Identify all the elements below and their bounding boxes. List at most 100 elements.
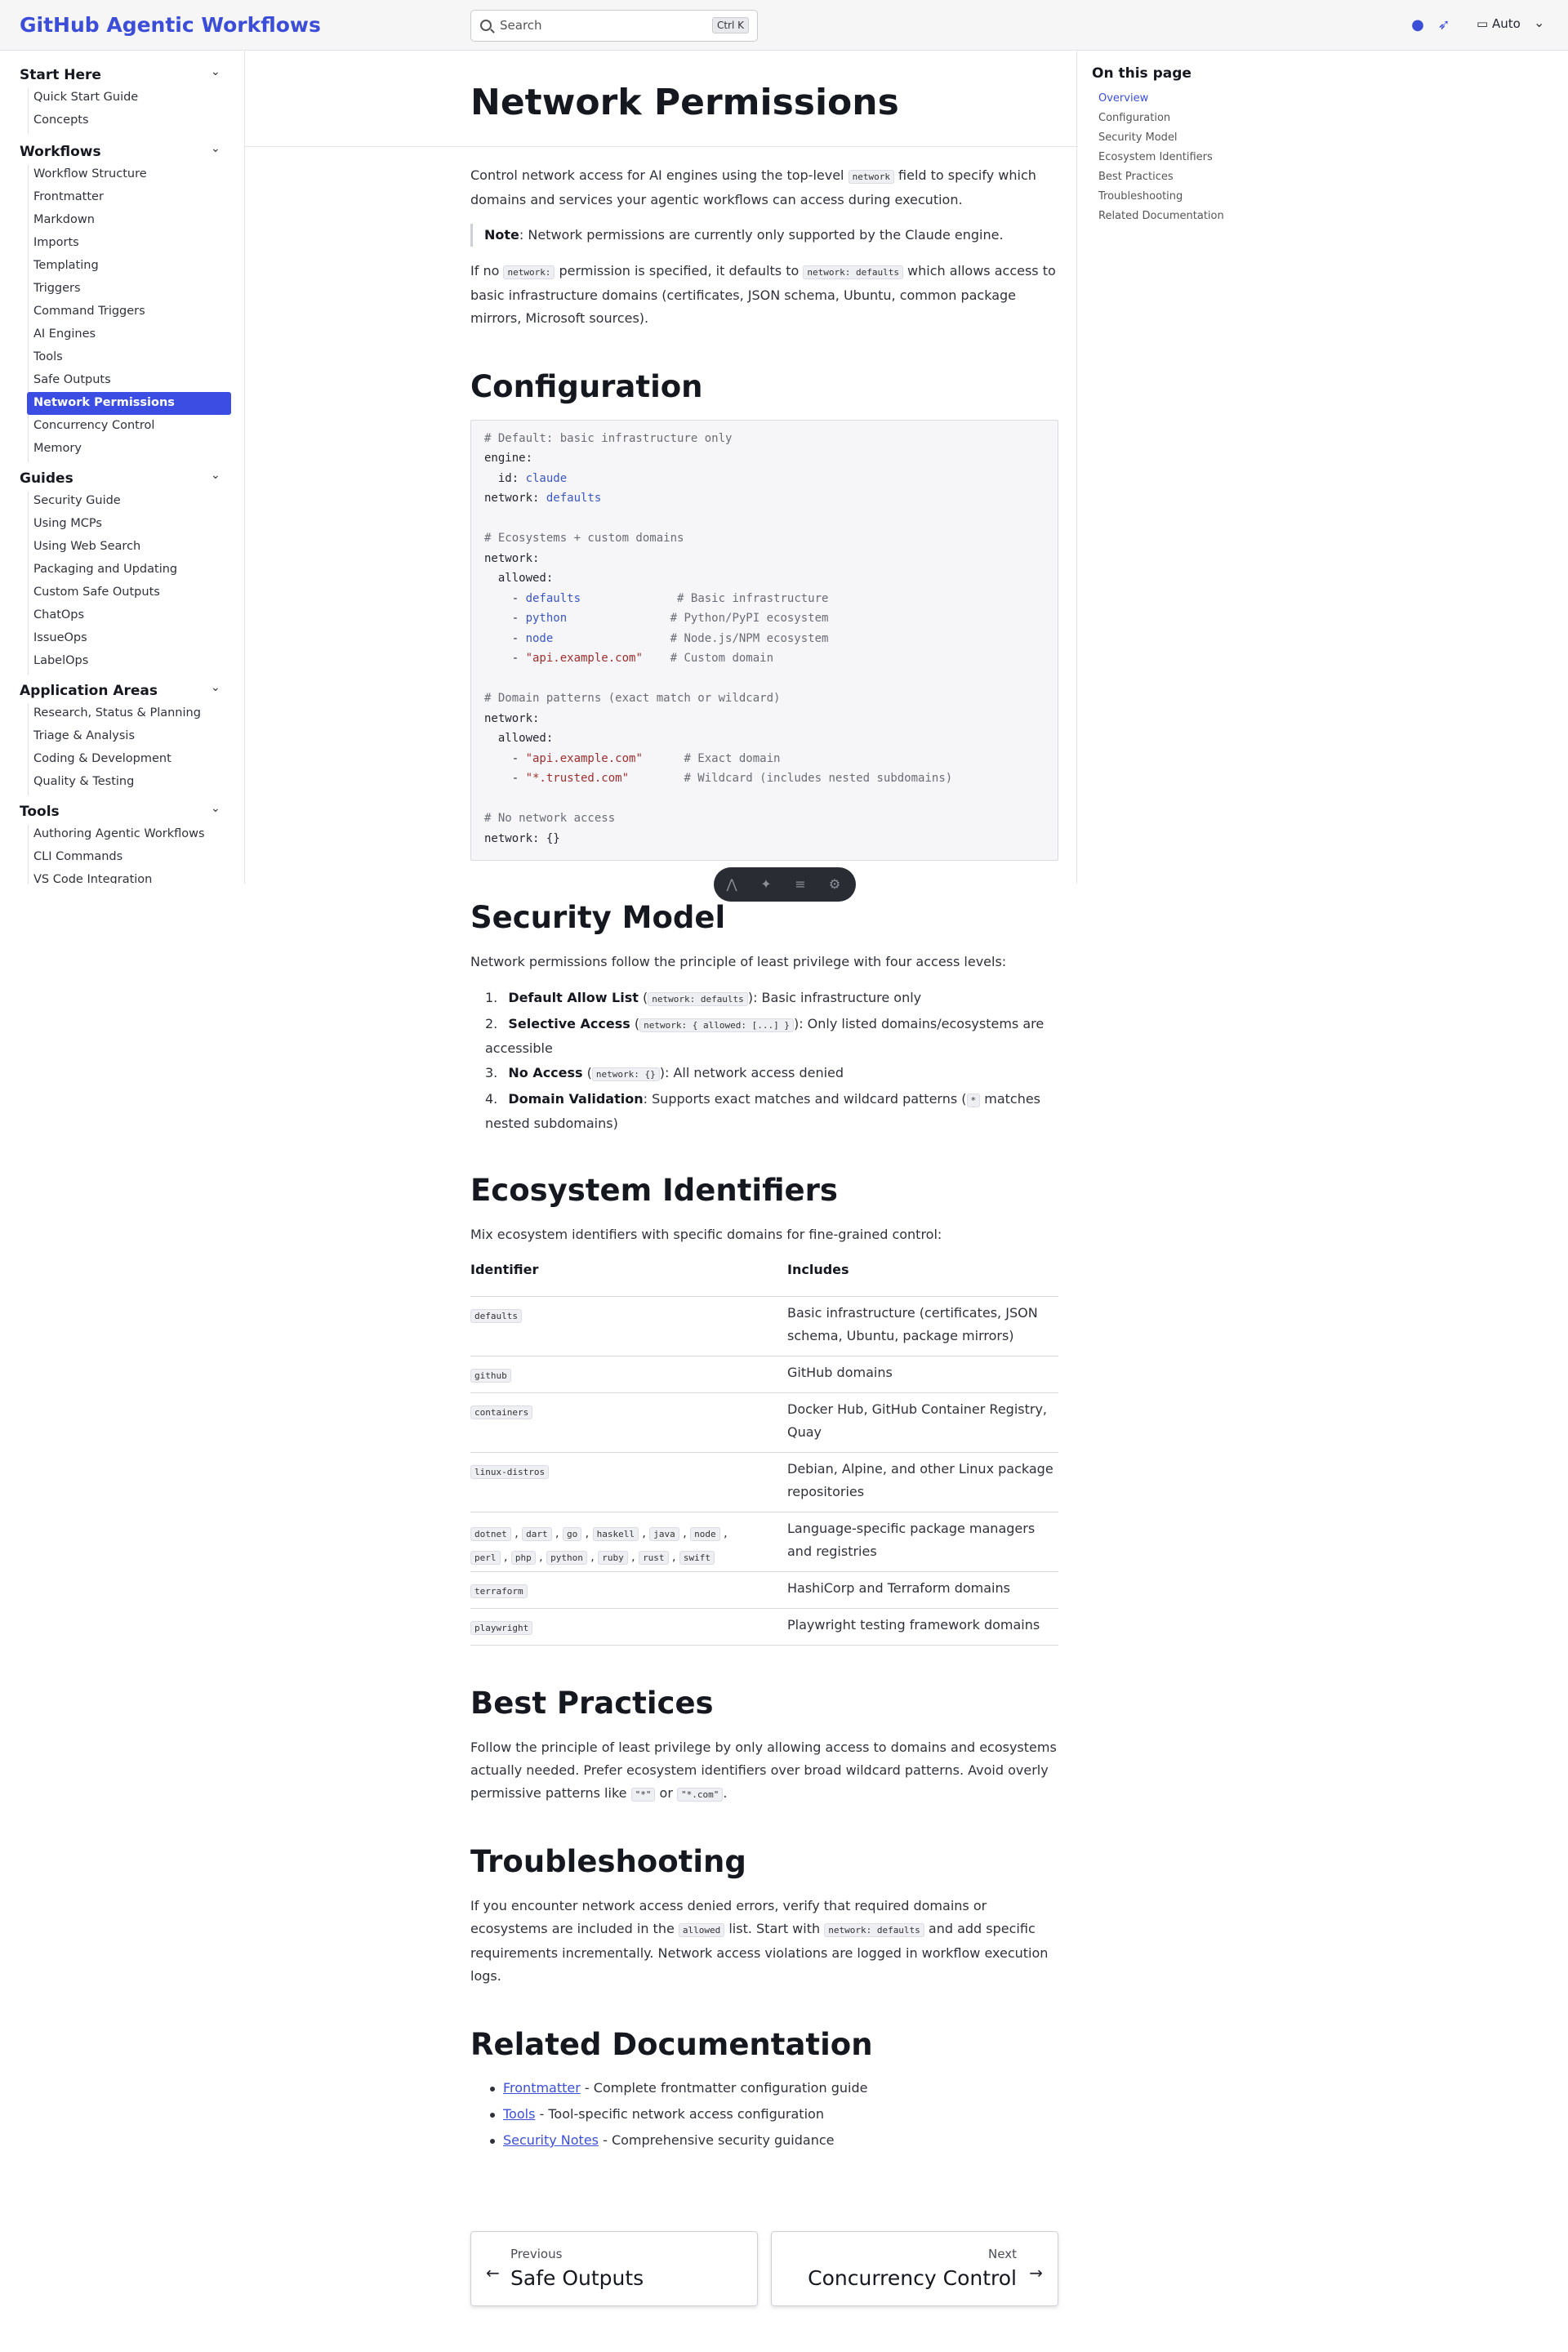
search-placeholder: Search [500, 18, 542, 33]
sidebar-item[interactable]: Command Triggers [33, 305, 145, 318]
related-item: Frontmatter - Complete frontmatter confi… [503, 2080, 868, 2096]
identifier-code: linux-distros [470, 1465, 550, 1479]
sidebar-item[interactable]: Triage & Analysis [33, 729, 135, 742]
code-line: - defaults # Basic infrastructure [484, 592, 829, 605]
sidebar-item[interactable]: Tools [33, 350, 63, 363]
github-icon[interactable]: ● [1410, 17, 1426, 33]
ecosystem-intro: Mix ecosystem identifiers with specific … [470, 1227, 942, 1242]
link-tools[interactable]: Tools [503, 2106, 535, 2122]
identifier-code: rust [639, 1551, 669, 1565]
default-paragraph: If no network: permission is specified, … [470, 263, 1056, 326]
sidebar-guide-line [28, 88, 29, 134]
ai-icon[interactable]: ⋀ [724, 876, 740, 893]
theme-select[interactable]: ▭ Auto [1477, 16, 1521, 31]
code-block[interactable]: # Default: basic infrastructure only eng… [470, 420, 1058, 861]
code-line: - "api.example.com" # Exact domain [484, 752, 781, 765]
toc-item[interactable]: Related Documentation [1098, 210, 1224, 222]
sidebar-item-network-permissions[interactable]: Network Permissions [33, 396, 175, 409]
sidebar-group-guides[interactable]: Guides [20, 470, 74, 487]
list-search-icon[interactable]: ≡ [792, 876, 808, 893]
sidebar-item[interactable]: VS Code Integration [33, 873, 152, 884]
sidebar-item[interactable]: ChatOps [33, 608, 84, 621]
table-cell: Language-specific package managers and r… [787, 1521, 1036, 1559]
site-title[interactable]: GitHub Agentic Workflows [20, 13, 321, 37]
link-security-notes[interactable]: Security Notes [503, 2132, 599, 2148]
sidebar-group-workflows[interactable]: Workflows [20, 144, 101, 160]
chevron-down-icon[interactable]: ⌄ [211, 469, 220, 482]
heading-related-documentation: Related Documentation [470, 2027, 873, 2062]
sidebar-item[interactable]: Quick Start Guide [33, 91, 138, 104]
code-line: allowed: [484, 732, 554, 745]
sidebar-item[interactable]: Research, Status & Planning [33, 706, 201, 719]
toc-divider [1076, 51, 1077, 884]
sidebar-item[interactable]: Authoring Agentic Workflows [33, 827, 205, 840]
code-line: - "api.example.com" # Custom domain [484, 652, 774, 665]
sidebar-group-tools[interactable]: Tools [20, 804, 60, 820]
table-header-includes: Includes [787, 1262, 849, 1277]
identifier-code: php [510, 1551, 536, 1565]
toc-item[interactable]: Configuration [1098, 112, 1170, 124]
table-row: dotnet , dart , go , haskell , java , no… [470, 1512, 1058, 1571]
toc-item[interactable]: Troubleshooting [1098, 190, 1183, 203]
code-line: - node # Node.js/NPM ecosystem [484, 632, 829, 645]
sidebar-item[interactable]: Coding & Development [33, 752, 172, 765]
sidebar-item[interactable]: Memory [33, 442, 82, 455]
table-row: linux-distros Debian, Alpine, and other … [470, 1452, 1058, 1512]
toc-item-overview[interactable]: Overview [1098, 92, 1148, 105]
note-callout: Note: Network permissions are currently … [470, 224, 1058, 247]
list-item: 1. Default Allow List (network: defaults… [485, 990, 922, 1006]
sidebar-item[interactable]: Quality & Testing [33, 775, 134, 788]
pointer-icon[interactable]: ✦ [758, 876, 774, 893]
settings-icon[interactable]: ⚙ [826, 876, 843, 893]
sidebar-item[interactable]: Using MCPs [33, 517, 102, 530]
sidebar-item[interactable]: LabelOps [33, 654, 88, 667]
chevron-down-icon[interactable]: ⌄ [211, 681, 220, 694]
sidebar-item[interactable]: Custom Safe Outputs [33, 586, 160, 599]
sidebar-group-application-areas[interactable]: Application Areas [20, 683, 158, 699]
sidebar-item[interactable]: Markdown [33, 213, 95, 226]
code-line: - "*.trusted.com" # Wildcard (includes n… [484, 772, 953, 785]
floating-toolbar: ⋀ ✦ ≡ ⚙ [714, 867, 856, 902]
top-header: GitHub Agentic Workflows Search Ctrl K ●… [0, 0, 1568, 51]
chevron-down-icon[interactable]: ⌄ [211, 142, 220, 155]
title-divider [245, 146, 1078, 147]
sidebar-item[interactable]: Workflow Structure [33, 167, 147, 180]
sidebar-guide-line [28, 492, 29, 675]
rocket-icon[interactable]: ➶ [1436, 17, 1452, 33]
prev-label: Previous [510, 2247, 563, 2261]
sidebar-item[interactable]: Imports [33, 236, 79, 249]
chevron-down-icon[interactable]: ⌄ [211, 802, 220, 815]
toc-item[interactable]: Security Model [1098, 131, 1178, 144]
toc-item[interactable]: Ecosystem Identifiers [1098, 151, 1213, 163]
sidebar-item[interactable]: Packaging and Updating [33, 563, 177, 576]
sidebar-item[interactable]: Concepts [33, 114, 89, 127]
sidebar-item[interactable]: Safe Outputs [33, 373, 111, 386]
table-cell: Debian, Alpine, and other Linux package … [787, 1461, 1054, 1499]
link-frontmatter[interactable]: Frontmatter [503, 2080, 581, 2096]
sidebar-item[interactable]: Security Guide [33, 494, 121, 507]
code-line: network: {} [484, 832, 560, 845]
search-box[interactable]: Search Ctrl K [470, 10, 758, 42]
chevron-down-icon[interactable]: ⌄ [211, 65, 220, 78]
sidebar-item[interactable]: AI Engines [33, 327, 96, 341]
chevron-down-icon[interactable]: ⌄ [1534, 15, 1544, 30]
list-item: 3. No Access (network: {}): All network … [485, 1065, 844, 1081]
sidebar-group-start-here[interactable]: Start Here [20, 67, 101, 83]
sidebar-item[interactable]: Templating [33, 259, 99, 272]
heading-security-model: Security Model [470, 900, 726, 935]
sidebar-item[interactable]: Triggers [33, 282, 81, 295]
next-page-link[interactable]: Next Concurrency Control → [771, 2231, 1058, 2306]
table-row: defaults Basic infrastructure (certifica… [470, 1296, 1058, 1356]
sidebar-item[interactable]: Using Web Search [33, 540, 140, 553]
identifier-code: java [649, 1527, 679, 1541]
sidebar-item[interactable]: Concurrency Control [33, 419, 154, 432]
sidebar-item[interactable]: IssueOps [33, 631, 87, 644]
bullet-icon [490, 2087, 495, 2091]
toc-item[interactable]: Best Practices [1098, 171, 1174, 183]
sidebar: Start Here ⌄ Quick Start Guide Concepts … [0, 51, 245, 884]
sidebar-item[interactable]: CLI Commands [33, 850, 122, 863]
sidebar-item[interactable]: Frontmatter [33, 190, 104, 203]
identifier-code: dart [522, 1527, 552, 1541]
identifier-code: terraform [470, 1584, 528, 1598]
previous-page-link[interactable]: ← Previous Safe Outputs [470, 2231, 758, 2306]
